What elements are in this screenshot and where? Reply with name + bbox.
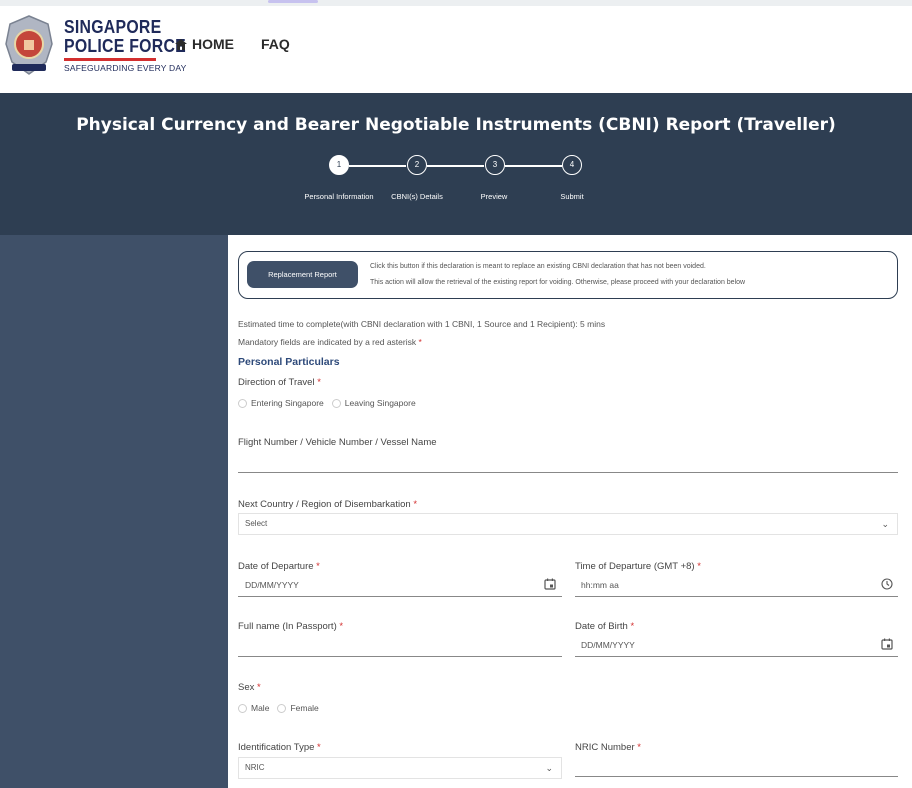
required-asterisk: * [697,561,701,572]
required-asterisk: * [257,682,261,693]
mandatory-note-text: Mandatory fields are indicated by a red … [238,337,417,347]
direction-radio-group: Entering Singapore Leaving Singapore [238,398,424,408]
next-country-select[interactable]: Select ⌄ [238,513,898,535]
left-side-panel [0,235,228,788]
radio-circle[interactable] [277,703,287,713]
logo-rule [64,58,156,61]
nric-label-text: NRIC Number [575,742,635,753]
time-departure-input[interactable]: hh:mm aa [581,580,619,590]
required-asterisk: * [418,337,422,347]
radio-circle[interactable] [238,398,247,408]
chevron-down-icon: ⌄ [545,763,553,773]
sex-label: Sex * [238,682,261,693]
dob-input[interactable]: DD/MM/YYYY [581,640,635,650]
radio-label: Female [290,703,319,713]
full-name-input[interactable] [238,656,562,657]
replacement-report-box: Replacement Report Click this button if … [238,251,898,299]
site-header: SINGAPORE POLICE FORCE SAFEGUARDING EVER… [0,6,912,93]
id-type-label: Identification Type * [238,742,321,753]
nav-faq-link[interactable]: FAQ [261,36,290,52]
nric-label: NRIC Number * [575,742,641,753]
required-asterisk: * [317,377,321,388]
nav-home-label: HOME [192,36,234,52]
date-departure-input[interactable]: DD/MM/YYYY [245,580,299,590]
radio-label: Entering Singapore [251,398,324,408]
clock-icon[interactable] [881,578,893,590]
chevron-down-icon: ⌄ [881,519,889,529]
step-3-circle: 3 [485,155,505,175]
full-name-label-text: Full name (In Passport) [238,621,337,632]
direction-label-text: Direction of Travel [238,377,315,388]
radio-entering-singapore[interactable]: Entering Singapore [238,398,324,408]
radio-female[interactable]: Female [277,703,319,713]
radio-circle[interactable] [331,398,341,408]
step-connector [349,165,406,167]
police-crest-icon[interactable] [2,14,56,78]
id-type-value: NRIC [245,763,265,772]
radio-label: Male [251,703,270,713]
radio-male[interactable]: Male [238,703,269,713]
direction-label: Direction of Travel * [238,377,321,388]
required-asterisk: * [316,561,320,572]
nav-home-link[interactable]: HOME [175,36,234,52]
estimated-time-text: Estimated time to complete(with CBNI dec… [238,319,606,329]
dob-underline [575,656,898,657]
required-asterisk: * [339,621,344,632]
flight-label: Flight Number / Vehicle Number / Vessel … [238,437,437,448]
id-type-label-text: Identification Type [238,742,315,753]
sex-label-text: Sex [238,682,255,693]
next-country-label: Next Country / Region of Disembarkation … [238,499,417,510]
replacement-info-line2: This action will allow the retrieval of … [370,279,746,286]
time-departure-label: Time of Departure (GMT +8) * [575,561,701,572]
step-connector [427,165,484,167]
logo-tagline: SAFEGUARDING EVERY DAY [64,63,187,73]
step-4-label: Submit [560,192,584,201]
full-name-label: Full name (In Passport) * [238,621,343,632]
date-departure-label: Date of Departure * [238,561,320,572]
time-departure-underline [575,596,898,597]
calendar-icon[interactable] [544,578,556,590]
page-title: Physical Currency and Bearer Negotiable … [76,115,836,135]
time-departure-label-text: Time of Departure (GMT +8) [575,561,695,572]
top-strip-highlight [268,0,318,3]
required-asterisk: * [630,621,635,632]
calendar-icon[interactable] [881,638,893,650]
id-type-select[interactable]: NRIC ⌄ [238,757,562,779]
home-icon [175,38,187,50]
step-2-circle: 2 [407,155,427,175]
page-banner: Physical Currency and Bearer Negotiable … [0,93,912,235]
mandatory-note: Mandatory fields are indicated by a red … [238,337,422,347]
required-asterisk: * [637,742,641,753]
radio-label: Leaving Singapore [344,398,416,408]
date-departure-underline [238,596,562,597]
logo-line1: SINGAPORE [64,17,162,37]
logo-line2: POLICE FORCE [64,36,186,56]
step-4-circle: 4 [562,155,582,175]
step-connector [505,165,562,167]
dob-label: Date of Birth * [575,621,634,632]
next-country-label-text: Next Country / Region of Disembarkation [238,499,411,510]
required-asterisk: * [317,742,321,753]
date-departure-label-text: Date of Departure [238,561,314,572]
replacement-info-line1: Click this button if this declaration is… [370,263,706,270]
dob-label-text: Date of Birth [575,621,628,632]
replacement-report-button[interactable]: Replacement Report [247,261,358,288]
next-country-value: Select [245,519,268,528]
radio-leaving-singapore[interactable]: Leaving Singapore [331,398,416,408]
section-title: Personal Particulars [238,356,340,368]
step-1-circle: 1 [329,155,349,175]
radio-circle[interactable] [238,703,247,713]
form-panel: Replacement Report Click this button if … [228,235,912,788]
sex-radio-group: Male Female [238,703,327,713]
nric-input[interactable] [575,776,898,777]
flight-input[interactable] [238,472,898,473]
required-asterisk: * [413,499,418,510]
